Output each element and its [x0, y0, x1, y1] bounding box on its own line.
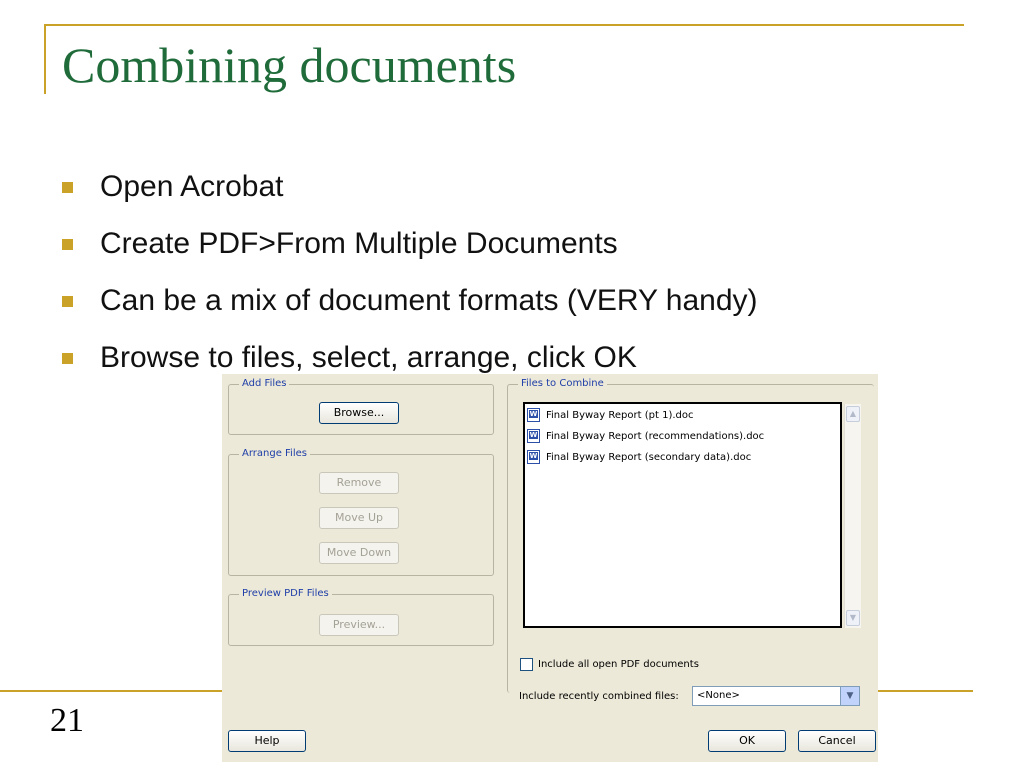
remove-button[interactable]: Remove: [319, 472, 399, 494]
bottom-accent-rule-right: [878, 690, 973, 692]
square-bullet-icon: [62, 239, 73, 250]
include-open-pdf-label: Include all open PDF documents: [538, 659, 699, 670]
recent-files-select[interactable]: <None> ▼: [692, 686, 860, 706]
word-document-icon: W: [527, 429, 540, 443]
bullet-text: Open Acrobat: [100, 170, 284, 203]
move-down-button[interactable]: Move Down: [319, 542, 399, 564]
bullet-item: Create PDF>From Multiple Documents: [62, 225, 758, 282]
left-accent-rule: [44, 24, 46, 94]
bottom-accent-rule-left: [0, 690, 228, 692]
file-list-scrollbar[interactable]: ▲ ▼: [844, 404, 861, 628]
combine-files-dialog: Add Files Browse... Arrange Files Remove…: [222, 374, 878, 762]
recent-files-value: <None>: [697, 690, 740, 701]
chevron-down-icon[interactable]: ▼: [840, 687, 859, 705]
file-list-item[interactable]: W Final Byway Report (pt 1).doc: [527, 407, 694, 423]
preview-button[interactable]: Preview...: [319, 614, 399, 636]
bullet-list: Open Acrobat Create PDF>From Multiple Do…: [62, 168, 758, 396]
preview-pdf-group: Preview PDF Files Preview...: [228, 587, 494, 646]
bullet-text: Can be a mix of document formats (VERY h…: [100, 284, 758, 317]
browse-button[interactable]: Browse...: [319, 402, 399, 424]
scroll-up-icon[interactable]: ▲: [846, 406, 860, 422]
arrange-files-label: Arrange Files: [239, 447, 310, 461]
file-name: Final Byway Report (secondary data).doc: [546, 451, 752, 463]
bullet-item: Can be a mix of document formats (VERY h…: [62, 282, 758, 339]
move-up-button[interactable]: Move Up: [319, 507, 399, 529]
square-bullet-icon: [62, 296, 73, 307]
file-name: Final Byway Report (pt 1).doc: [546, 409, 694, 421]
bullet-item: Open Acrobat: [62, 168, 758, 225]
preview-pdf-label: Preview PDF Files: [239, 587, 332, 601]
file-name: Final Byway Report (recommendations).doc: [546, 430, 765, 442]
word-document-icon: W: [527, 408, 540, 422]
slide-title: Combining documents: [62, 37, 517, 93]
bullet-text: Create PDF>From Multiple Documents: [100, 227, 618, 260]
cancel-button[interactable]: Cancel: [798, 730, 876, 752]
square-bullet-icon: [62, 182, 73, 193]
word-document-icon: W: [527, 450, 540, 464]
scroll-down-icon[interactable]: ▼: [846, 610, 860, 626]
arrange-files-group: Arrange Files Remove Move Up Move Down: [228, 447, 494, 576]
file-list[interactable]: W Final Byway Report (pt 1).doc W Final …: [523, 402, 842, 628]
files-to-combine-label: Files to Combine: [518, 377, 607, 391]
file-list-item[interactable]: W Final Byway Report (recommendations).d…: [527, 428, 764, 444]
page-number: 21: [50, 702, 84, 739]
add-files-group: Add Files Browse...: [228, 377, 494, 435]
add-files-label: Add Files: [239, 377, 290, 391]
help-button[interactable]: Help: [228, 730, 306, 752]
ok-button[interactable]: OK: [708, 730, 786, 752]
top-accent-rule: [44, 24, 964, 26]
include-open-pdf-checkbox[interactable]: [520, 658, 533, 671]
square-bullet-icon: [62, 353, 73, 364]
file-list-item[interactable]: W Final Byway Report (secondary data).do…: [527, 449, 751, 465]
recent-files-label: Include recently combined files:: [519, 691, 679, 702]
bullet-text: Browse to files, select, arrange, click …: [100, 341, 637, 374]
